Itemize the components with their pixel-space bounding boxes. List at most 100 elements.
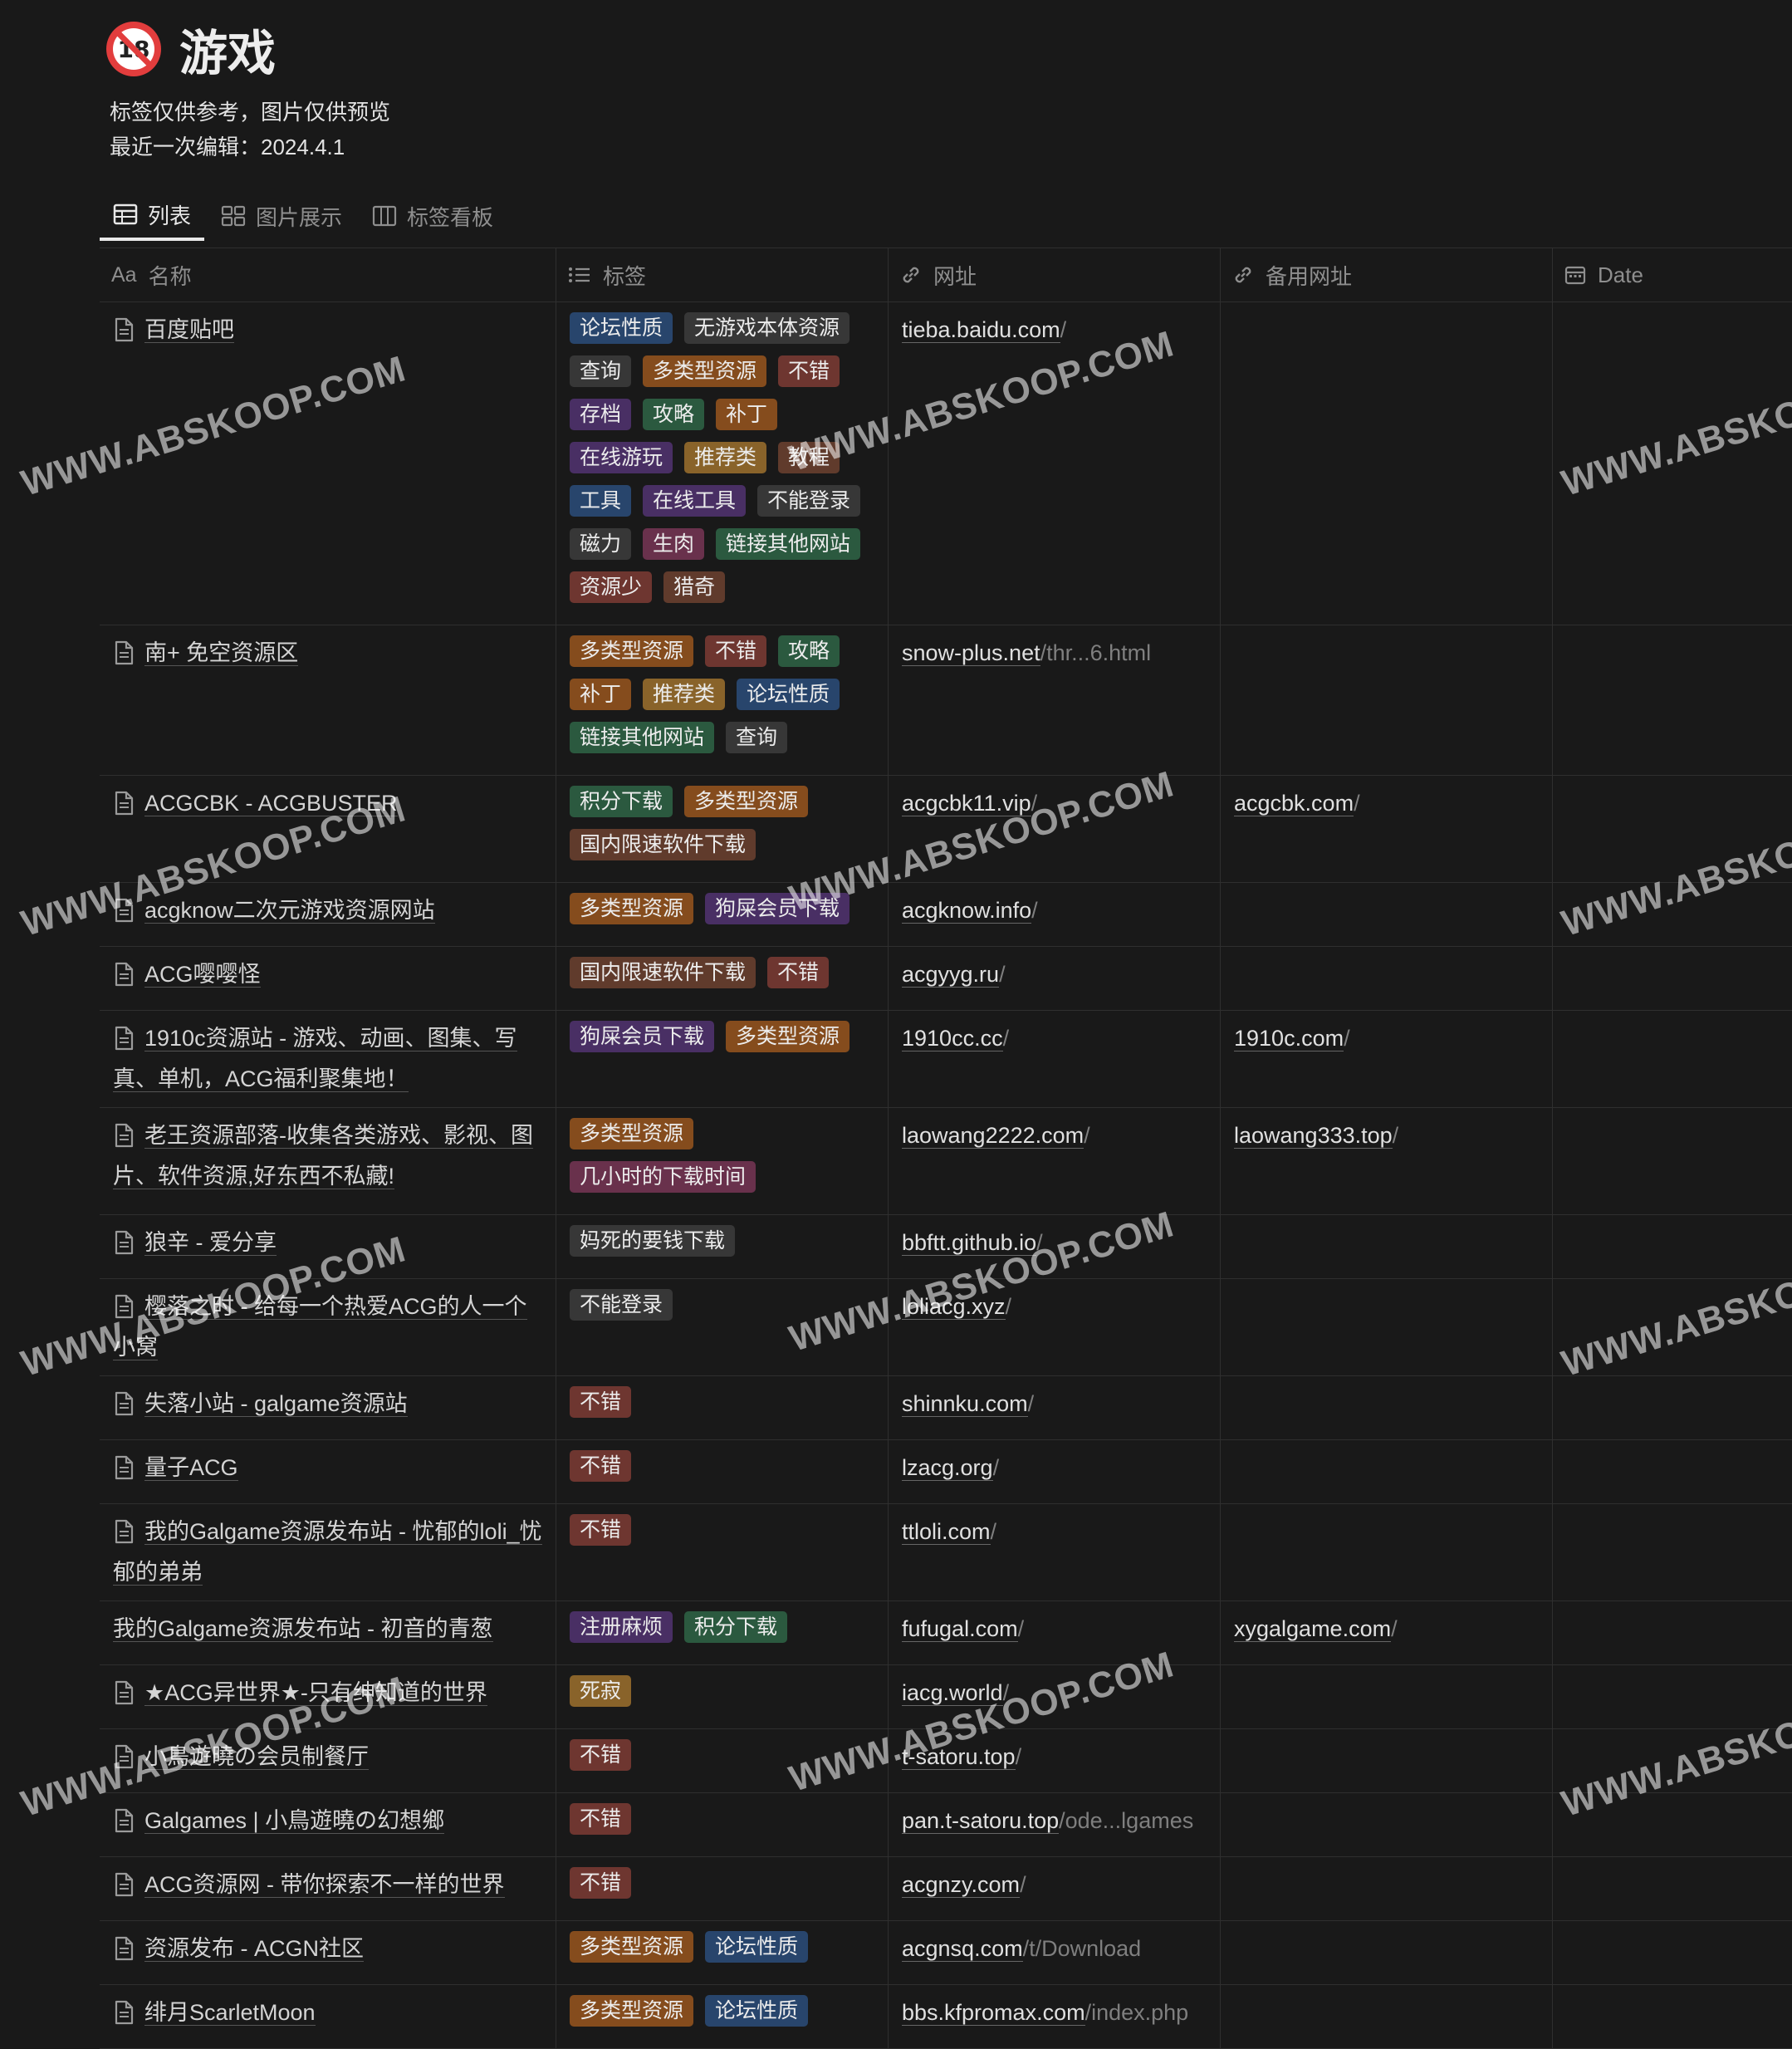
alt-url-path: / xyxy=(1391,1616,1398,1641)
table-row[interactable]: acgknow二次元游戏资源网站 多类型资源 狗屎会员下载 acgknow.info/ xyxy=(100,883,1792,947)
url-link[interactable]: lzacg.org/ xyxy=(889,1450,1220,1486)
row-title-link[interactable]: 1910c资源站 - 游戏、动画、图集、写真、单机，ACG福利聚集地！ xyxy=(113,1026,517,1092)
alt-url-link[interactable]: 1910c.com/ xyxy=(1221,1021,1552,1056)
date-cell xyxy=(1553,1108,1792,1214)
tab-list[interactable]: 列表 xyxy=(100,191,205,241)
tags-cell[interactable]: 多类型资源 论坛性质 xyxy=(556,1921,889,1984)
url-link[interactable]: pan.t-satoru.top/ode...lgames xyxy=(889,1803,1220,1839)
row-title-link[interactable]: 我的Galgame资源发布站 - 忧郁的loli_忧郁的弟弟 xyxy=(113,1519,542,1586)
table-row[interactable]: ACG嘤嘤怪 国内限速软件下载 不错 acgyyg.ru/ xyxy=(100,947,1792,1011)
row-title-link[interactable]: 樱落之时 - 给每一个热爱ACG的人一个小窝 xyxy=(113,1294,527,1360)
url-link[interactable]: ttloli.com/ xyxy=(889,1514,1220,1550)
column-header-label: 备用网址 xyxy=(1266,263,1353,289)
table-row[interactable]: Galgames | 小鳥遊曉の幻想鄉 不错 pan.t-satoru.top/od… xyxy=(100,1793,1792,1857)
column-header-date[interactable]: Date xyxy=(1553,248,1792,301)
tags-cell[interactable]: 多类型资源 狗屎会员下载 xyxy=(556,883,889,946)
row-title-link[interactable]: ACGCBK - ACGBUSTER xyxy=(144,791,398,816)
row-title-link[interactable]: 狼辛 - 爱分享 xyxy=(144,1230,277,1256)
url-link[interactable]: fufugal.com/ xyxy=(889,1611,1220,1647)
column-header-url[interactable]: 网址 xyxy=(889,248,1221,301)
url-cell: laowang2222.com/ xyxy=(889,1108,1221,1214)
list-icon xyxy=(568,266,591,284)
table-row[interactable]: 老王资源部落-收集各类游戏、影视、图片、软件资源,好东西不私藏! 多类型资源 几小时… xyxy=(100,1108,1792,1215)
row-title-link[interactable]: 绯月ScarletMoon xyxy=(144,2000,316,2026)
row-title-link[interactable]: 百度贴吧 xyxy=(144,317,234,343)
row-title-link[interactable]: 我的Galgame资源发布站 - 初音的青葱 xyxy=(113,1616,493,1642)
url-link[interactable]: loliacg.xyz/ xyxy=(889,1289,1220,1325)
url-link[interactable]: acgyyg.ru/ xyxy=(889,957,1220,993)
row-title-link[interactable]: acgknow二次元游戏资源网站 xyxy=(144,898,435,924)
row-title-link[interactable]: 小鳥遊曉の会员制餐厅 xyxy=(144,1744,369,1770)
url-link[interactable]: tieba.baidu.com/ xyxy=(889,312,1220,348)
tags-cell[interactable]: 多类型资源 不错 攻略 补丁 推荐类 论坛性质 链接其他网站 查询 xyxy=(556,625,889,775)
row-title-link[interactable]: 量子ACG xyxy=(144,1455,238,1481)
row-title-link[interactable]: 老王资源部落-收集各类游戏、影视、图片、软件资源,好东西不私藏! xyxy=(113,1123,533,1189)
url-link[interactable]: laowang2222.com/ xyxy=(889,1118,1220,1154)
table-row[interactable]: 我的Galgame资源发布站 - 初音的青葱 注册麻烦 积分下载 fufugal.co… xyxy=(100,1601,1792,1665)
tags-cell[interactable]: 死寂 xyxy=(556,1665,889,1728)
tags-cell[interactable]: 多类型资源 论坛性质 xyxy=(556,1985,889,2048)
page-title[interactable]: 游戏 xyxy=(179,14,276,84)
table-row[interactable]: 樱落之时 - 给每一个热爱ACG的人一个小窝 不能登录 loliacg.xyz/ xyxy=(100,1279,1792,1376)
column-header-label: Date xyxy=(1598,262,1643,287)
tab-board[interactable]: 标签看板 xyxy=(359,191,507,241)
page-icon xyxy=(113,1026,135,1061)
tab-gallery[interactable]: 图片展示 xyxy=(208,191,355,241)
tags-cell[interactable]: 不错 xyxy=(556,1440,889,1503)
tags-cell[interactable]: 不错 xyxy=(556,1729,889,1792)
table-row[interactable]: 失落小站 - galgame资源站 不错 shinnku.com/ xyxy=(100,1376,1792,1440)
tags-cell[interactable]: 国内限速软件下载 不错 xyxy=(556,947,889,1010)
tag-list: 国内限速软件下载 不错 xyxy=(556,957,888,1000)
page-icon xyxy=(113,1936,135,1972)
table-row[interactable]: ACG资源网 - 带你探索不一样的世界 不错 acgnzy.com/ xyxy=(100,1857,1792,1921)
url-link[interactable]: bbs.kfpromax.com/index.php xyxy=(889,1995,1220,2031)
tags-cell[interactable]: 不能登录 xyxy=(556,1279,889,1375)
table-row[interactable]: 1910c资源站 - 游戏、动画、图集、写真、单机，ACG福利聚集地！ 狗屎会员下… xyxy=(100,1011,1792,1108)
alt-url-link[interactable]: xygalgame.com/ xyxy=(1221,1611,1552,1647)
name-wrap: 狼辛 - 爱分享 xyxy=(100,1225,556,1266)
url-link[interactable]: acgknow.info/ xyxy=(889,893,1220,929)
tags-cell[interactable]: 不错 xyxy=(556,1857,889,1920)
table-row[interactable]: 量子ACG 不错 lzacg.org/ xyxy=(100,1440,1792,1504)
table-row[interactable]: 小鳥遊曉の会员制餐厅 不错 t-satoru.top/ xyxy=(100,1729,1792,1793)
alt-url-link[interactable]: acgcbk.com/ xyxy=(1221,786,1552,821)
url-link[interactable]: acgcbk11.vip/ xyxy=(889,786,1220,821)
column-header-name[interactable]: Aa 名称 xyxy=(100,248,556,301)
url-link[interactable]: iacg.world/ xyxy=(889,1675,1220,1711)
url-link[interactable]: shinnku.com/ xyxy=(889,1386,1220,1422)
table-row[interactable]: ★ACG异世界★-只有绅知道的世界 死寂 iacg.world/ xyxy=(100,1665,1792,1729)
tag-pill: 查询 xyxy=(570,355,632,387)
row-title-link[interactable]: ★ACG异世界★-只有绅知道的世界 xyxy=(144,1680,487,1706)
tags-cell[interactable]: 多类型资源 几小时的下载时间 xyxy=(556,1108,889,1214)
row-title-link[interactable]: Galgames | 小鳥遊曉の幻想鄉 xyxy=(144,1808,445,1834)
tags-cell[interactable]: 不错 xyxy=(556,1793,889,1856)
table-row[interactable]: 我的Galgame资源发布站 - 忧郁的loli_忧郁的弟弟 不错 ttloli.c… xyxy=(100,1504,1792,1601)
tags-cell[interactable]: 妈死的要钱下载 xyxy=(556,1215,889,1278)
alt-url-link[interactable]: laowang333.top/ xyxy=(1221,1118,1552,1154)
url-link[interactable]: acgnsq.com/t/Download xyxy=(889,1931,1220,1967)
table-row[interactable]: 狼辛 - 爱分享 妈死的要钱下载 bbftt.github.io/ xyxy=(100,1215,1792,1279)
url-link[interactable]: bbftt.github.io/ xyxy=(889,1225,1220,1261)
tags-cell[interactable]: 狗屎会员下载 多类型资源 xyxy=(556,1011,889,1107)
row-title-link[interactable]: 南+ 免空资源区 xyxy=(144,640,299,666)
url-link[interactable]: t-satoru.top/ xyxy=(889,1739,1220,1775)
table-row[interactable]: 资源发布 - ACGN社区 多类型资源 论坛性质 acgnsq.com/t/Downl… xyxy=(100,1921,1792,1985)
row-title-link[interactable]: 失落小站 - galgame资源站 xyxy=(144,1391,408,1417)
row-title-link[interactable]: ACG资源网 - 带你探索不一样的世界 xyxy=(144,1872,505,1898)
table-row[interactable]: ACGCBK - ACGBUSTER 积分下载 多类型资源 国内限速软件下载 acgcb… xyxy=(100,776,1792,883)
tags-cell[interactable]: 论坛性质 无游戏本体资源 查询 多类型资源 不错 存档 攻略 补丁 在线游玩 推荐类 教程 工具 在线工… xyxy=(556,302,889,625)
column-header-alt-url[interactable]: 备用网址 xyxy=(1221,248,1553,301)
table-row[interactable]: 绯月ScarletMoon 多类型资源 论坛性质 bbs.kfpromax.com/i… xyxy=(100,1985,1792,2049)
tags-cell[interactable]: 积分下载 多类型资源 国内限速软件下载 xyxy=(556,776,889,882)
url-link[interactable]: 1910cc.cc/ xyxy=(889,1021,1220,1056)
tags-cell[interactable]: 不错 xyxy=(556,1376,889,1439)
row-title-link[interactable]: ACG嘤嘤怪 xyxy=(144,962,261,988)
tags-cell[interactable]: 注册麻烦 积分下载 xyxy=(556,1601,889,1664)
column-header-tags[interactable]: 标签 xyxy=(556,248,889,301)
tags-cell[interactable]: 不错 xyxy=(556,1504,889,1600)
url-link[interactable]: snow-plus.net/thr...6.html xyxy=(889,635,1220,671)
table-row[interactable]: 百度贴吧 论坛性质 无游戏本体资源 查询 多类型资源 不错 存档 攻略 补丁 在线游玩 推荐类 教程工… xyxy=(100,302,1792,625)
url-link[interactable]: acgnzy.com/ xyxy=(889,1867,1220,1903)
row-title-link[interactable]: 资源发布 - ACGN社区 xyxy=(144,1936,365,1962)
table-row[interactable]: 南+ 免空资源区 多类型资源 不错 攻略 补丁 推荐类 论坛性质 链接其他网站 查询 snow-p… xyxy=(100,625,1792,776)
